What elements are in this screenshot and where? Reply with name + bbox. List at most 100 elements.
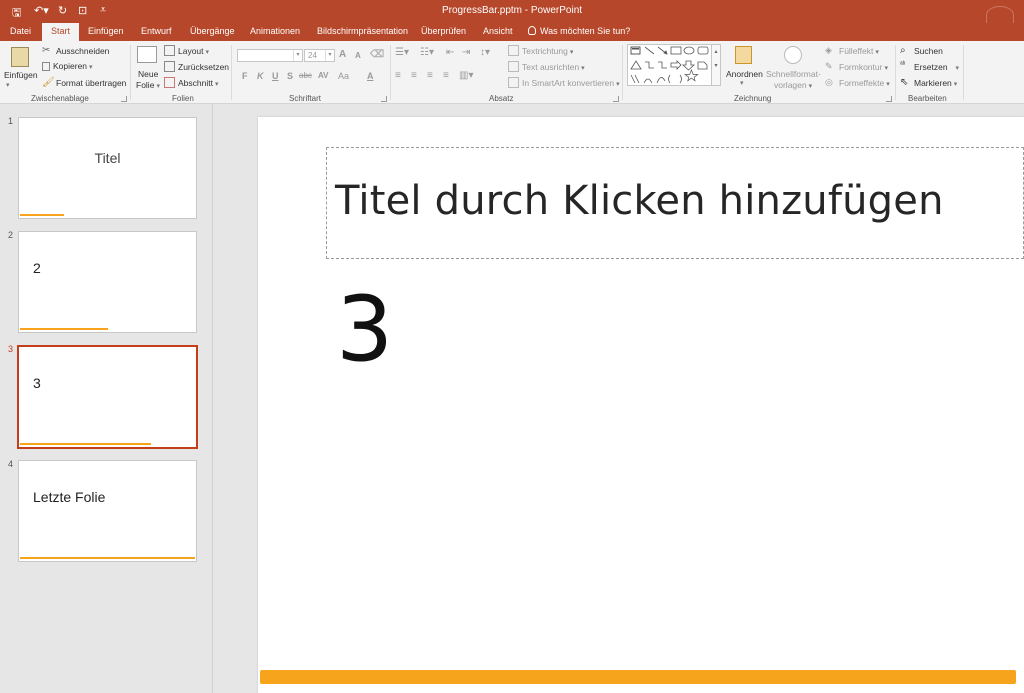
font-name-combo[interactable]: ▾ bbox=[237, 49, 303, 62]
new-slide-icon[interactable] bbox=[137, 46, 157, 63]
tab-slideshow[interactable]: Bildschirmpräsentation bbox=[317, 26, 408, 36]
slide-thumbnail-pane[interactable]: 1 Titel 2 2 3 3 4 Letzte Folie bbox=[0, 104, 213, 693]
replace-button[interactable]: ᵃᵇ Ersetzen bbox=[900, 61, 959, 72]
align-left-icon[interactable]: ≡ bbox=[395, 70, 401, 81]
line-spacing-icon[interactable]: ↕▾ bbox=[480, 47, 490, 58]
copy-button[interactable]: Kopieren bbox=[42, 61, 93, 71]
numbering-icon[interactable]: ☷▾ bbox=[420, 47, 434, 58]
reset-button[interactable]: Zurücksetzen bbox=[164, 61, 229, 72]
group-label-font: Schriftart bbox=[289, 94, 322, 103]
tab-home[interactable]: Start bbox=[42, 23, 80, 41]
quick-styles-button[interactable]: Schnellformat- bbox=[766, 69, 821, 79]
cursor-icon: ⇖ bbox=[900, 77, 909, 88]
layout-button[interactable]: Layout bbox=[164, 45, 209, 56]
slide-content-number[interactable]: 3 bbox=[336, 277, 393, 382]
shadow-button[interactable]: S bbox=[287, 71, 293, 81]
arrange-button[interactable]: Anordnen bbox=[726, 69, 763, 79]
tab-view[interactable]: Ansicht bbox=[483, 26, 513, 36]
group-label-slides: Folien bbox=[172, 94, 194, 103]
thumbnail-progress-bar bbox=[20, 328, 108, 330]
slide-thumbnail-1[interactable]: Titel bbox=[18, 117, 197, 219]
chevron-down-icon: ▾ bbox=[293, 50, 302, 61]
decrease-indent-icon[interactable]: ⇤ bbox=[446, 47, 454, 58]
shape-effects-button[interactable]: ◎ Formeffekte bbox=[825, 77, 890, 88]
quick-styles-label-2[interactable]: vorlagen bbox=[774, 80, 812, 90]
slide-thumbnail-4[interactable]: Letzte Folie bbox=[18, 460, 197, 562]
find-button[interactable]: ⌕ Suchen bbox=[900, 45, 943, 56]
bullets-icon[interactable]: ☰▾ bbox=[395, 47, 409, 58]
arrange-icon[interactable] bbox=[735, 46, 752, 64]
tab-insert[interactable]: Einfügen bbox=[88, 26, 124, 36]
font-size-value: 24 bbox=[308, 51, 317, 60]
font-color-button[interactable]: A bbox=[367, 71, 374, 81]
grow-font-button[interactable]: A bbox=[339, 49, 346, 60]
group-label-editing: Bearbeiten bbox=[908, 94, 947, 103]
thumbnail-progress-bar bbox=[20, 557, 195, 559]
select-button[interactable]: ⇖ Markieren bbox=[900, 77, 957, 88]
ribbon: Einfügen ▾ ✂ Ausschneiden Kopieren 🖌Forma… bbox=[0, 41, 1024, 104]
tab-animations[interactable]: Animationen bbox=[250, 26, 300, 36]
tell-me-search[interactable]: Was möchten Sie tun? bbox=[528, 26, 630, 36]
arrange-dropdown-icon[interactable]: ▾ bbox=[740, 79, 744, 87]
divider bbox=[390, 45, 391, 100]
tab-file[interactable]: Datei bbox=[10, 26, 31, 36]
paste-dropdown-icon[interactable]: ▾ bbox=[6, 81, 10, 89]
smartart-icon bbox=[508, 77, 519, 88]
justify-icon[interactable]: ≡ bbox=[443, 70, 449, 81]
paragraph-launcher-icon[interactable] bbox=[613, 96, 619, 102]
bold-button[interactable]: F bbox=[242, 71, 248, 81]
char-spacing-button[interactable]: AV bbox=[318, 71, 329, 80]
cut-label: Ausschneiden bbox=[56, 45, 110, 56]
cut-button[interactable]: ✂ Ausschneiden bbox=[42, 45, 109, 56]
slide-thumbnail-3[interactable]: 3 bbox=[17, 345, 198, 449]
font-launcher-icon[interactable] bbox=[381, 96, 387, 102]
font-size-combo[interactable]: 24 ▾ bbox=[304, 49, 335, 62]
paste-button[interactable]: Einfügen bbox=[4, 70, 38, 80]
group-label-drawing: Zeichnung bbox=[734, 94, 772, 103]
shapes-gallery-scroll[interactable]: ▴ ▾ bbox=[712, 44, 721, 86]
paste-icon[interactable] bbox=[11, 47, 29, 67]
new-slide-label-2[interactable]: Folie bbox=[136, 80, 160, 90]
tab-review[interactable]: Überprüfen bbox=[421, 26, 466, 36]
slide-thumbnail-2[interactable]: 2 bbox=[18, 231, 197, 333]
thumbnail-progress-bar bbox=[20, 443, 151, 445]
pen-icon: ✎ bbox=[825, 61, 833, 71]
increase-indent-icon[interactable]: ⇥ bbox=[462, 47, 470, 58]
strikethrough-button[interactable]: abc bbox=[299, 71, 312, 80]
change-case-button[interactable]: Aa bbox=[338, 71, 349, 81]
clipboard-launcher-icon[interactable] bbox=[121, 96, 127, 102]
title-placeholder[interactable]: Titel durch Klicken hinzufügen bbox=[326, 147, 1024, 259]
quick-styles-icon[interactable] bbox=[784, 46, 802, 64]
shrink-font-button[interactable]: A bbox=[355, 51, 361, 60]
align-text-button[interactable]: Text ausrichten bbox=[508, 61, 585, 72]
slide-editor[interactable]: Titel durch Klicken hinzufügen 3 bbox=[214, 104, 1024, 693]
tab-transitions[interactable]: Übergänge bbox=[190, 26, 235, 36]
smartart-button[interactable]: In SmartArt konvertieren bbox=[508, 77, 620, 88]
divider bbox=[895, 45, 896, 100]
format-painter-button[interactable]: 🖌 Format übertragen bbox=[42, 77, 126, 88]
tab-design[interactable]: Entwurf bbox=[141, 26, 172, 36]
new-slide-button[interactable]: Neue bbox=[138, 69, 158, 79]
section-button[interactable]: Abschnitt bbox=[164, 77, 218, 88]
italic-button[interactable]: K bbox=[257, 71, 264, 81]
section-icon bbox=[164, 77, 175, 88]
align-center-icon[interactable]: ≡ bbox=[411, 70, 417, 81]
drawing-launcher-icon[interactable] bbox=[886, 96, 892, 102]
divider bbox=[963, 45, 964, 100]
slide-canvas[interactable]: Titel durch Klicken hinzufügen 3 bbox=[258, 117, 1024, 693]
text-direction-icon bbox=[508, 45, 519, 56]
text-direction-button[interactable]: Textrichtung bbox=[508, 45, 573, 56]
clear-format-icon[interactable]: ⌫ bbox=[370, 49, 384, 60]
shape-effects-label: Formeffekte bbox=[839, 77, 885, 88]
thumbnail-number-3: 3 bbox=[8, 344, 14, 354]
underline-button[interactable]: U bbox=[272, 71, 279, 81]
shape-outline-button[interactable]: ✎ Formkontur bbox=[825, 61, 888, 72]
shapes-gallery[interactable] bbox=[627, 44, 712, 86]
align-right-icon[interactable]: ≡ bbox=[427, 70, 433, 81]
columns-icon[interactable]: ▥▾ bbox=[459, 70, 473, 81]
tell-me-label: Was möchten Sie tun? bbox=[540, 26, 631, 36]
replace-label: Ersetzen bbox=[914, 61, 948, 72]
account-icon[interactable] bbox=[986, 6, 1014, 24]
shape-fill-button[interactable]: ◈ Fülleffekt bbox=[825, 45, 879, 56]
ribbon-tabs: Datei Start Einfügen Entwurf Übergänge A… bbox=[0, 23, 1024, 41]
